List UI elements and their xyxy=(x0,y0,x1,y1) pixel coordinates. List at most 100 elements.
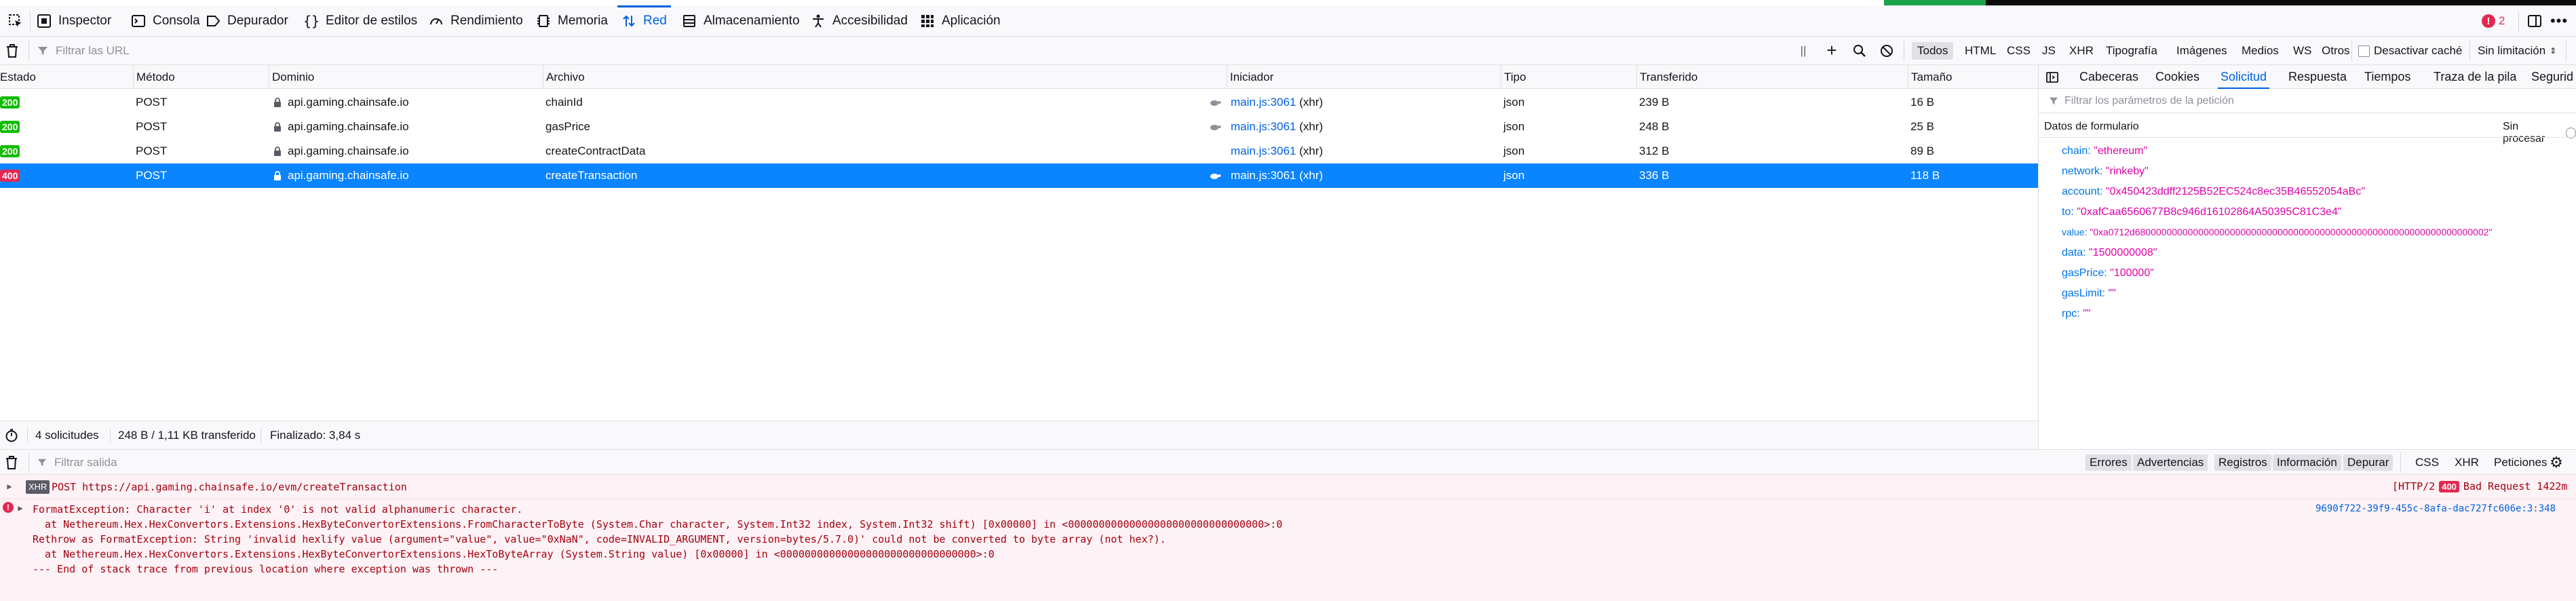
type-filter-html[interactable]: HTML xyxy=(1959,42,2001,60)
tab-label: Editor de estilos xyxy=(326,14,418,28)
initiator-link[interactable]: main.js:3061 xyxy=(1231,169,1296,182)
details-tabs: Cabeceras Cookies Solicitud Respuesta Ti… xyxy=(2039,65,2576,89)
type-filter-media[interactable]: Medios xyxy=(2236,42,2284,60)
initiator-cell[interactable]: main.js:3061 (xhr) xyxy=(1231,115,1323,139)
param-row: account: "0x450423ddff2125B52EC524c8ec35… xyxy=(2062,186,2365,198)
throttling-select[interactable]: Sin limitación ⇕ xyxy=(2478,43,2556,58)
table-row[interactable]: 200 POST api.gaming.chainsafe.io chainId… xyxy=(0,90,2038,115)
table-row[interactable]: 200 POST api.gaming.chainsafe.io gasPric… xyxy=(0,115,2038,139)
category-requests[interactable]: Peticiones xyxy=(2490,454,2551,471)
tab-console[interactable]: Consola xyxy=(131,5,200,37)
tab-application[interactable]: Aplicación xyxy=(920,5,1001,37)
col-initiator[interactable]: Iniciador xyxy=(1227,65,1501,89)
gear-icon[interactable]: ⚙ xyxy=(2548,454,2564,471)
col-transferred[interactable]: Transferido xyxy=(1636,65,1908,89)
network-message-text[interactable]: POST https://api.gaming.chainsafe.io/evm… xyxy=(52,481,407,493)
trash-icon[interactable] xyxy=(4,43,20,58)
type-filter-js[interactable]: JS xyxy=(2037,42,2061,60)
dock-window-icon[interactable] xyxy=(2526,14,2543,28)
table-row[interactable]: 200 POST api.gaming.chainsafe.io createC… xyxy=(0,139,2038,163)
error-source-link[interactable]: 9690f722-39f9-455c-8afa-dac727fc606e:3:3… xyxy=(2315,503,2556,514)
type-filter-images[interactable]: Imágenes xyxy=(2171,42,2233,60)
tab-cookies[interactable]: Cookies xyxy=(2155,65,2199,89)
expand-arrow-icon[interactable]: ▶ xyxy=(16,503,24,513)
tab-performance[interactable]: Rendimiento xyxy=(429,5,523,37)
turtle-icon xyxy=(1209,90,1221,115)
pause-icon[interactable]: || xyxy=(1796,43,1810,58)
level-info[interactable]: Información xyxy=(2273,454,2341,471)
tab-label: Tiempos xyxy=(2364,70,2411,83)
tab-label: Memoria xyxy=(558,14,608,28)
type-filter-fonts[interactable]: Tipografía xyxy=(2100,42,2163,60)
page-top-strip xyxy=(0,0,2576,5)
type-filter-css[interactable]: CSS xyxy=(2001,42,2036,60)
tab-security[interactable]: Segurid xyxy=(2531,65,2573,89)
tab-stack-trace[interactable]: Traza de la pila xyxy=(2434,65,2516,89)
tab-inspector[interactable]: Inspector xyxy=(37,5,111,37)
initiator-type: (xhr) xyxy=(1299,169,1324,182)
initiator-link[interactable]: main.js:3061 xyxy=(1231,120,1296,134)
transferred-cell: 248 B xyxy=(1639,120,1670,133)
initiator-cell[interactable]: main.js:3061 (xhr) xyxy=(1231,139,1323,163)
expand-arrow-icon[interactable]: ▶ xyxy=(5,482,14,491)
col-domain[interactable]: Dominio xyxy=(269,65,543,89)
col-file[interactable]: Archivo xyxy=(543,65,1227,89)
tab-style-editor[interactable]: {} Editor de estilos xyxy=(303,5,418,37)
col-method[interactable]: Método xyxy=(133,65,269,89)
status-badge: 400 xyxy=(0,170,20,182)
level-logs[interactable]: Registros xyxy=(2214,454,2271,471)
type-filter-xhr[interactable]: XHR xyxy=(2064,42,2099,60)
type-cell: json xyxy=(1503,96,1525,109)
error-counter[interactable]: ! 2 xyxy=(2482,14,2505,28)
category-xhr[interactable]: XHR xyxy=(2450,454,2483,471)
initiator-cell[interactable]: main.js:3061 (xhr) xyxy=(1231,90,1323,115)
request-details-panel: Cabeceras Cookies Solicitud Respuesta Ti… xyxy=(2038,65,2576,449)
level-debug[interactable]: Depurar xyxy=(2343,454,2394,471)
error-message[interactable]: ! ▶ FormatException: Character 'i' at in… xyxy=(0,499,2576,601)
type-filter-ws[interactable]: WS xyxy=(2288,42,2317,60)
col-type[interactable]: Tipo xyxy=(1501,65,1636,89)
stopwatch-icon[interactable] xyxy=(4,428,19,443)
block-icon[interactable] xyxy=(1879,43,1894,58)
table-row-selected[interactable]: 400 POST api.gaming.chainsafe.io createT… xyxy=(0,163,2038,188)
toggle-panel-icon[interactable] xyxy=(2045,71,2059,84)
tab-accessibility[interactable]: Accesibilidad xyxy=(811,5,908,37)
tab-label: Traza de la pila xyxy=(2434,70,2517,83)
col-status[interactable]: Estado xyxy=(0,65,133,89)
initiator-link[interactable]: main.js:3061 xyxy=(1231,144,1296,158)
tab-headers[interactable]: Cabeceras xyxy=(2079,65,2138,89)
raw-toggle[interactable]: Sin procesar xyxy=(2503,121,2576,145)
tab-storage[interactable]: Almacenamiento xyxy=(682,5,800,37)
col-size[interactable]: Tamaño xyxy=(1908,65,2038,89)
param-key: rpc: xyxy=(2062,308,2080,319)
url-filter-input[interactable]: Filtrar las URL xyxy=(37,37,1787,65)
tab-response[interactable]: Respuesta xyxy=(2288,65,2347,89)
tab-memory[interactable]: Memoria xyxy=(536,5,608,37)
level-warnings[interactable]: Advertencias xyxy=(2133,454,2208,471)
page-strip-dark xyxy=(1986,0,2576,5)
type-filter-all[interactable]: Todos xyxy=(1912,42,1954,60)
level-errors[interactable]: Errores xyxy=(2085,454,2132,471)
disable-cache-checkbox[interactable]: Desactivar caché xyxy=(2358,43,2462,58)
tab-label: Respuesta xyxy=(2288,70,2347,83)
col-label: Archivo xyxy=(546,70,585,83)
file-cell: gasPrice xyxy=(545,120,591,133)
category-css[interactable]: CSS xyxy=(2411,454,2443,471)
tab-network[interactable]: Red xyxy=(617,5,671,37)
search-icon[interactable] xyxy=(1852,43,1867,58)
console-filter-input[interactable]: Filtrar salida xyxy=(37,450,2072,476)
more-options-icon[interactable]: ••• xyxy=(2550,12,2569,29)
tab-timings[interactable]: Tiempos xyxy=(2364,65,2410,89)
network-message[interactable]: ▶ XHR POST https://api.gaming.chainsafe.… xyxy=(0,475,2576,499)
tab-request[interactable]: Solicitud xyxy=(2217,65,2270,89)
tab-debugger[interactable]: Depurador xyxy=(206,5,288,37)
domain-text: api.gaming.chainsafe.io xyxy=(288,144,409,157)
element-picker-icon[interactable] xyxy=(7,12,24,30)
trash-icon[interactable] xyxy=(4,455,19,470)
plus-icon[interactable]: + xyxy=(1824,40,1840,60)
type-filter-other[interactable]: Otros xyxy=(2316,42,2356,60)
inspector-icon xyxy=(37,14,52,28)
initiator-cell[interactable]: main.js:3061 (xhr) xyxy=(1231,163,1323,188)
request-params-filter[interactable]: Filtrar los parámetros de la petición xyxy=(2048,92,2564,110)
initiator-link[interactable]: main.js:3061 xyxy=(1231,96,1296,109)
